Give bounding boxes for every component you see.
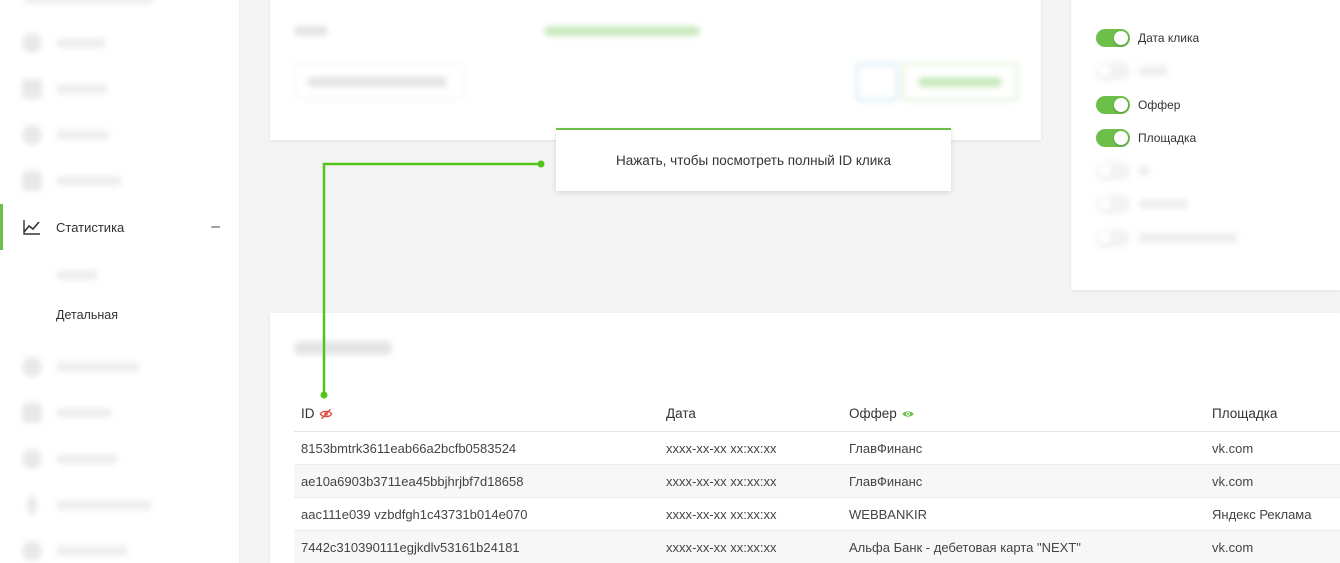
toggle-blurred-4[interactable]	[1096, 228, 1238, 248]
cell-offer: ГлавФинанс	[849, 474, 923, 489]
sidebar-item-blurred-5[interactable]	[0, 344, 240, 390]
sidebar-item-blurred-8[interactable]	[0, 482, 240, 528]
chart-line-icon	[23, 220, 40, 235]
image-icon	[22, 403, 42, 423]
sidebar-subitem-detailed[interactable]: Детальная	[56, 308, 118, 322]
store-icon	[22, 171, 42, 191]
sidebar-item-blurred-4[interactable]	[0, 158, 240, 204]
filter-card	[270, 0, 1041, 140]
link-icon	[22, 357, 42, 377]
cell-id[interactable]: ae10a6903b3711ea45bbjhrjbf7d18658	[301, 474, 523, 489]
cell-date: xxxx-xx-xx xx:xx:xx	[666, 540, 777, 555]
toggle-platform[interactable]: Площадка	[1096, 128, 1196, 148]
tooltip-hint: Нажать, чтобы посмотреть полный ID клика	[556, 128, 951, 191]
info-icon	[27, 495, 37, 515]
user-icon	[22, 541, 42, 561]
column-header-label: ID	[301, 406, 315, 421]
table-row[interactable]: 8153bmtrk3611eab66a2bcfb0583524 xxxx-xx-…	[294, 432, 1340, 465]
toggle-switch[interactable]	[1096, 129, 1130, 147]
tooltip-text: Нажать, чтобы посмотреть полный ID клика	[615, 153, 892, 168]
filter-calendar-button-blurred[interactable]	[856, 63, 898, 101]
toggle-blurred-3[interactable]	[1096, 194, 1188, 214]
table-row[interactable]: ae10a6903b3711ea45bbjhrjbf7d18658 xxxx-x…	[294, 465, 1340, 498]
menu-icon	[22, 33, 42, 53]
sidebar-item-blurred-6[interactable]	[0, 390, 240, 436]
toggle-blurred-1[interactable]	[1096, 61, 1168, 81]
cell-offer: WEBBANKIR	[849, 507, 928, 522]
toggle-click-date[interactable]: Дата клика	[1096, 28, 1199, 48]
toggle-label: Площадка	[1138, 131, 1197, 145]
eye-off-icon[interactable]	[319, 407, 333, 421]
document-icon	[22, 79, 42, 99]
toggle-label: Дата клика	[1138, 31, 1200, 45]
toggle-switch[interactable]	[1096, 29, 1130, 47]
cell-platform: vk.com	[1212, 441, 1254, 456]
sidebar: Статистика – Детальная	[0, 0, 240, 563]
cell-id[interactable]: 7442c310390111egjkdlv53161b24181	[301, 540, 520, 555]
sidebar-subitem-blurred[interactable]	[56, 270, 98, 280]
collapse-icon[interactable]: –	[211, 218, 220, 236]
column-header-platform[interactable]: Площадка	[1212, 406, 1277, 421]
sidebar-item-blurred-3[interactable]	[0, 112, 240, 158]
settings-icon	[22, 449, 42, 469]
toggle-switch[interactable]	[1096, 96, 1130, 114]
eye-icon[interactable]	[901, 407, 915, 421]
cell-platform: vk.com	[1212, 540, 1254, 555]
toggle-blurred-2[interactable]	[1096, 161, 1150, 181]
apply-button-blurred[interactable]	[902, 63, 1018, 101]
cell-id[interactable]: aac111e039 vzbdfgh1c43731b014e070	[301, 507, 528, 522]
toggle-label: Оффер	[1138, 98, 1181, 112]
column-header-label: Площадка	[1212, 406, 1278, 421]
column-header-id[interactable]: ID	[301, 406, 333, 421]
cell-platform: Яндекс Реклама	[1212, 507, 1312, 522]
cell-offer: Альфа Банк - дебетовая карта "NEXT"	[849, 540, 1081, 555]
sidebar-item-blurred-1[interactable]	[0, 20, 240, 66]
sidebar-item-blurred-2[interactable]	[0, 66, 240, 112]
table-row[interactable]: aac111e039 vzbdfgh1c43731b014e070 xxxx-x…	[294, 498, 1340, 531]
cell-date: xxxx-xx-xx xx:xx:xx	[666, 507, 777, 522]
table-title-blurred	[294, 341, 392, 355]
filter-select-blurred[interactable]	[294, 63, 464, 99]
filter-label-blurred	[294, 26, 328, 36]
sidebar-header-blurred	[24, 0, 164, 4]
sidebar-item-statistics[interactable]: Статистика –	[0, 204, 240, 250]
sidebar-item-blurred-9[interactable]	[0, 528, 240, 563]
column-header-date[interactable]: Дата	[666, 406, 696, 421]
cell-date: xxxx-xx-xx xx:xx:xx	[666, 441, 777, 456]
toggle-offer[interactable]: Оффер	[1096, 95, 1180, 115]
cell-offer: ГлавФинанс	[849, 441, 923, 456]
sidebar-item-label: Статистика	[56, 219, 125, 235]
cell-date: xxxx-xx-xx xx:xx:xx	[666, 474, 777, 489]
cell-platform: vk.com	[1212, 474, 1254, 489]
cell-id[interactable]: 8153bmtrk3611eab66a2bcfb0583524	[301, 441, 516, 456]
table-row[interactable]: 7442c310390111egjkdlv53161b24181 xxxx-xx…	[294, 531, 1340, 563]
filter-status-blurred	[544, 26, 700, 36]
column-header-label: Дата	[666, 406, 696, 421]
globe-icon	[22, 125, 42, 145]
column-header-offer[interactable]: Оффер	[849, 406, 915, 421]
column-header-label: Оффер	[849, 406, 897, 421]
sidebar-item-blurred-7[interactable]	[0, 436, 240, 482]
